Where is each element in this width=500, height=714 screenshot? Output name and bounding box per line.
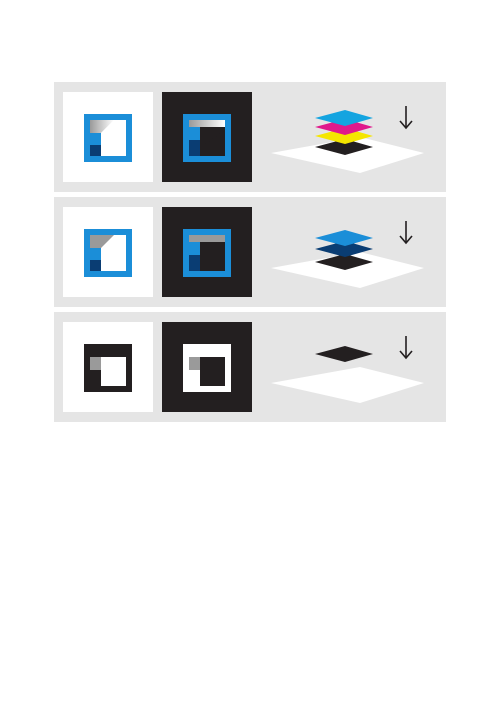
logo-on-dark-tile — [162, 322, 252, 412]
logo-on-dark-tile — [162, 92, 252, 182]
ink-layer-stack-cmyk — [264, 82, 444, 192]
logo-two-color-on-dark-icon — [183, 229, 231, 277]
logo-full-color-on-light-icon — [84, 114, 132, 162]
logo-on-light-tile — [63, 207, 153, 297]
logo-row-full-color — [54, 82, 446, 192]
logo-row-two-spot-color — [54, 197, 446, 307]
logo-on-light-tile — [63, 322, 153, 412]
ink-layer-stack-two-color — [264, 197, 444, 307]
ink-layers-cmyk-icon — [271, 106, 424, 173]
logo-on-dark-tile — [162, 207, 252, 297]
ink-layers-one-color-icon — [271, 336, 424, 403]
down-arrow-icon — [399, 336, 413, 360]
ink-layers-two-color-icon — [271, 221, 424, 288]
logo-one-color-on-light-icon — [84, 344, 132, 392]
logo-row-one-color — [54, 312, 446, 422]
down-arrow-icon — [399, 221, 413, 245]
down-arrow-icon — [399, 106, 413, 130]
logo-two-color-on-light-icon — [84, 229, 132, 277]
ink-layer-stack-one-color — [264, 312, 444, 422]
logo-one-color-on-dark-icon — [183, 344, 231, 392]
logo-full-color-on-dark-icon — [183, 114, 231, 162]
logo-on-light-tile — [63, 92, 153, 182]
